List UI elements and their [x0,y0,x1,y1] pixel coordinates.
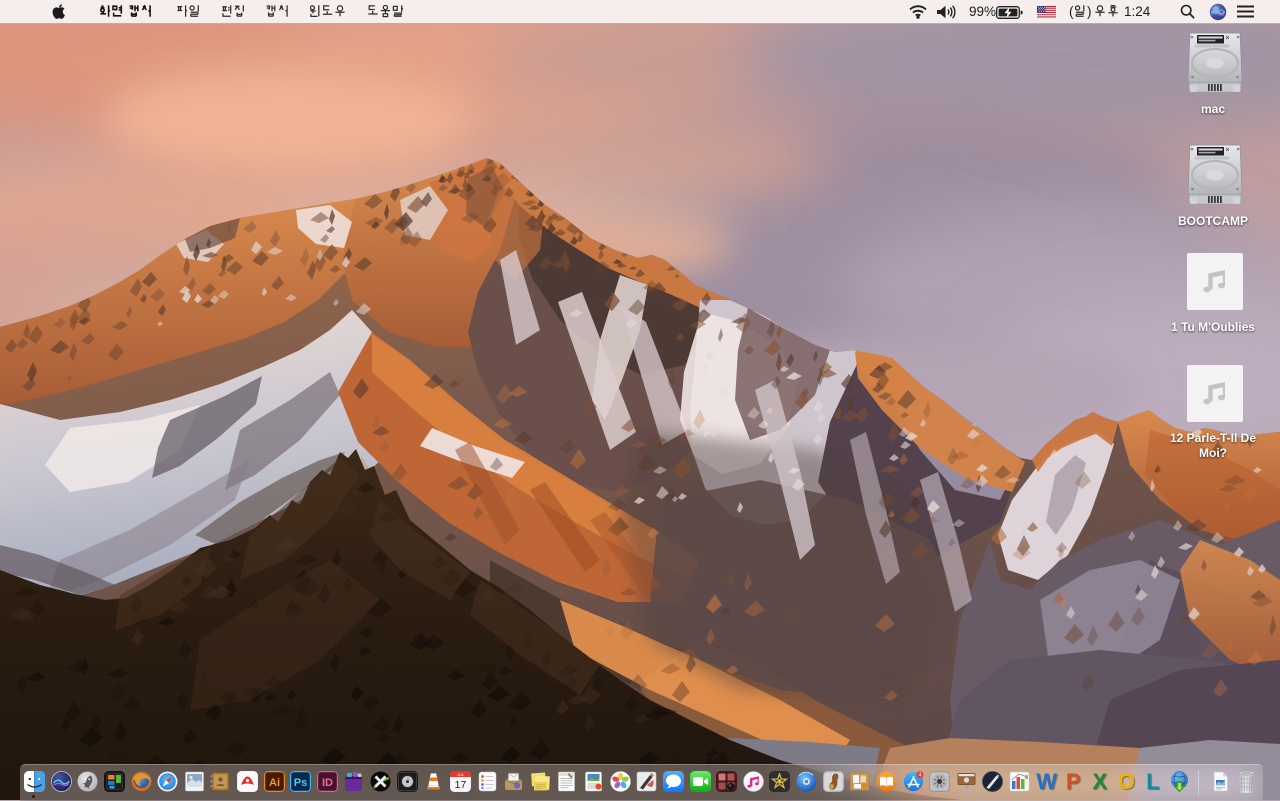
svg-text:Ps: Ps [294,777,307,789]
svg-text:JUL: JUL [457,772,465,777]
svg-text:17: 17 [455,779,467,791]
svg-text:4: 4 [918,773,921,779]
svg-text:Ai: Ai [269,777,280,789]
svg-text:ID: ID [322,777,333,789]
